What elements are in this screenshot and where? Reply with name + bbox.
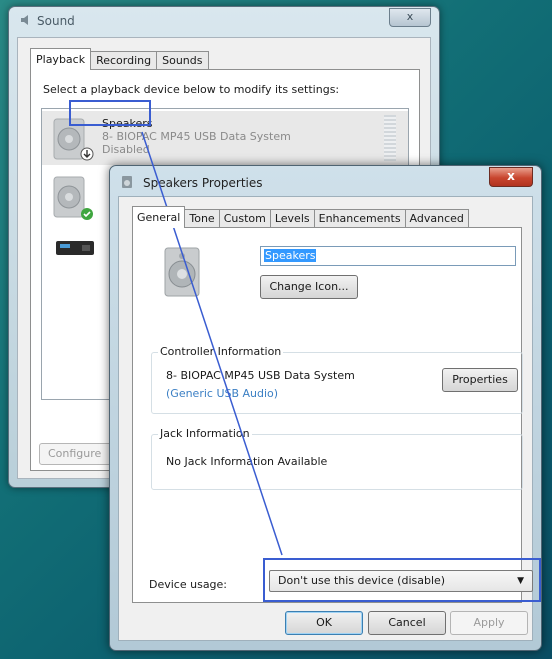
device-status: Disabled (102, 143, 150, 156)
jack-info-text: No Jack Information Available (166, 455, 328, 468)
controller-name: 8- BIOPAC MP45 USB Data System (166, 369, 355, 382)
props-tabs: General Tone Custom Levels Enhancements … (132, 206, 469, 228)
tab-advanced[interactable]: Advanced (404, 209, 469, 228)
properties-button[interactable]: Properties (442, 368, 518, 392)
device-usage-select[interactable]: Don't use this device (disable) ▼ (269, 570, 533, 592)
sound-window-title: Sound (37, 14, 75, 28)
speaker-device-icon (164, 247, 200, 297)
speakers-properties-window: Speakers Properties x General Tone Custo… (109, 165, 542, 651)
device-name-input[interactable]: Speakers (260, 246, 516, 266)
controller-subtitle: (Generic USB Audio) (166, 387, 279, 400)
props-window-title: Speakers Properties (143, 176, 263, 190)
tab-enhancements[interactable]: Enhancements (313, 209, 406, 228)
cancel-button[interactable]: Cancel (368, 611, 446, 635)
check-icon (81, 208, 93, 220)
device-usage-value: Don't use this device (disable) (278, 574, 446, 587)
playback-instruction: Select a playback device below to modify… (43, 83, 340, 96)
dropdown-arrow-icon: ▼ (517, 576, 524, 586)
apply-button[interactable]: Apply (450, 611, 528, 635)
controller-info-label: Controller Information (158, 345, 284, 358)
sound-close-button[interactable]: x (389, 8, 431, 27)
level-meter (384, 115, 396, 161)
props-window-body: General Tone Custom Levels Enhancements … (118, 196, 541, 641)
jack-info-label: Jack Information (158, 427, 252, 440)
speaker-icon (21, 15, 28, 25)
disabled-arrow-icon (80, 147, 94, 161)
jack-info-group: Jack Information No Jack Information Ava… (151, 427, 523, 490)
receiver-device-icon (56, 241, 94, 255)
tab-custom[interactable]: Custom (218, 209, 271, 228)
tab-tone[interactable]: Tone (184, 209, 220, 228)
speaker-icon (122, 176, 132, 188)
props-close-button[interactable]: x (489, 167, 533, 187)
tab-general[interactable]: General (132, 206, 186, 228)
controller-info-group: Controller Information 8- BIOPAC MP45 US… (151, 345, 523, 414)
callout-highlight (69, 100, 151, 126)
tab-levels[interactable]: Levels (269, 209, 315, 228)
sound-tabs: Playback Recording Sounds (30, 48, 209, 70)
tab-playback[interactable]: Playback (30, 48, 92, 70)
tab-sounds[interactable]: Sounds (156, 51, 209, 70)
general-panel: Speakers Change Icon... Controller Infor… (132, 227, 541, 603)
tab-recording[interactable]: Recording (90, 51, 158, 70)
device-usage-label: Device usage: (149, 578, 228, 591)
device-description: 8- BIOPAC MP45 USB Data System (102, 130, 291, 143)
ok-button[interactable]: OK (285, 611, 363, 635)
change-icon-button[interactable]: Change Icon... (260, 275, 358, 299)
